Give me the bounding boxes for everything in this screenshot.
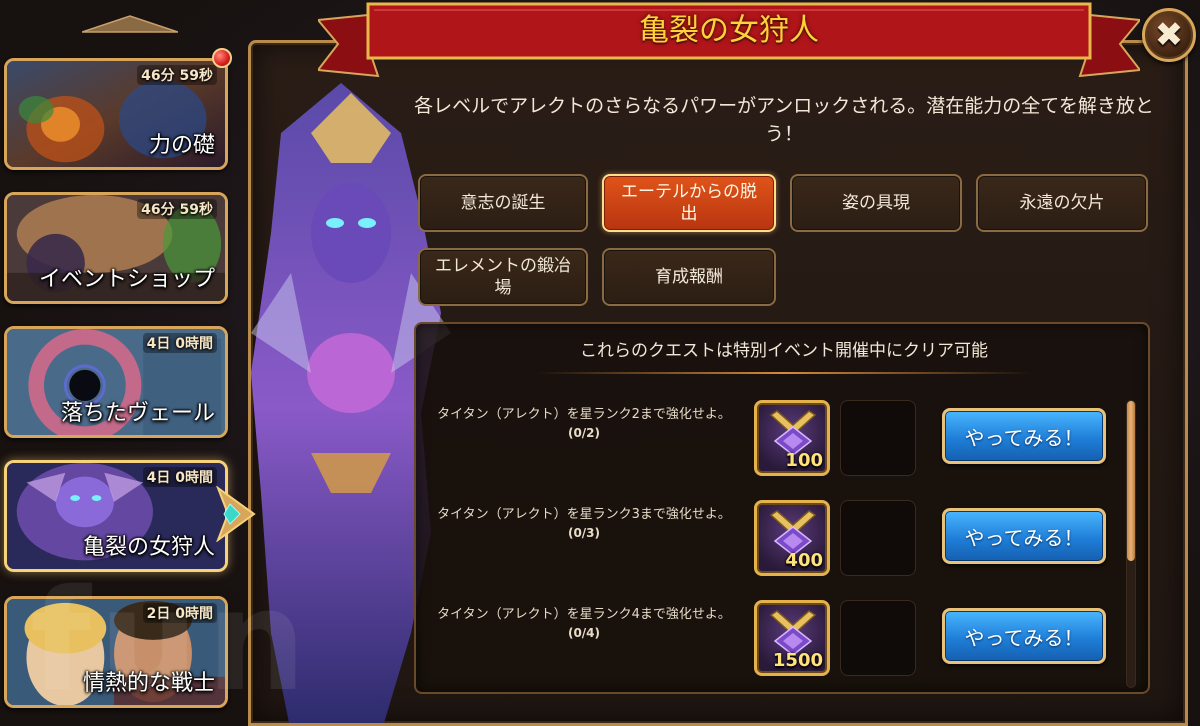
close-button[interactable]: ✖ — [1142, 8, 1196, 62]
try-it-button[interactable]: やってみる！ — [942, 508, 1106, 564]
event-description: 各レベルでアレクトのさらなるパワーがアンロックされる。潜在能力の全てを解き放とう… — [414, 95, 1154, 145]
event-title: 亀裂の女狩人 — [82, 535, 215, 560]
tab-form-manifestation[interactable]: 姿の具現 — [790, 174, 962, 232]
quest-row: タイタン（アレクト）を星ランク4まで強化せよ。 (0/4) 1500 やってみる… — [416, 598, 1148, 688]
tab-element-forge[interactable]: エレメントの鍛冶場 — [418, 248, 588, 306]
quest-text: タイタン（アレクト）を星ランク2まで強化せよ。 (0/2) — [434, 406, 734, 442]
quest-list: これらのクエストは特別イベント開催中にクリア可能 タイタン（アレクト）を星ランク… — [414, 322, 1150, 694]
event-card-rift-huntress[interactable]: 4日 0時間 亀裂の女狩人 — [4, 460, 228, 572]
event-card-passionate-warrior[interactable]: 2日 0時間 情熱的な戦士 — [4, 596, 228, 708]
event-timer: 4日 0時間 — [142, 467, 217, 487]
event-timer: 46分 59秒 — [137, 65, 217, 85]
quest-header: これらのクエストは特別イベント開催中にクリア可能 — [580, 341, 988, 361]
scrollbar-thumb[interactable] — [1127, 401, 1135, 561]
empty-reward-slot — [840, 400, 916, 476]
reward-slot[interactable]: 1500 — [754, 600, 830, 676]
empty-reward-slot — [840, 600, 916, 676]
page-title: 亀裂の女狩人 — [639, 13, 819, 48]
event-card-power-foundation[interactable]: 46分 59秒 力の礎 — [4, 58, 228, 170]
event-title: 力の礎 — [148, 133, 215, 158]
reward-quantity: 400 — [785, 550, 823, 571]
tab-birth-of-will[interactable]: 意志の誕生 — [418, 174, 588, 232]
event-card-fallen-veil[interactable]: 4日 0時間 落ちたヴェール — [4, 326, 228, 438]
tab-eternal-fragment[interactable]: 永遠の欠片 — [976, 174, 1148, 232]
quest-progress: (0/2) — [567, 426, 601, 440]
quest-row: タイタン（アレクト）を星ランク2まで強化せよ。 (0/2) 100 やってみる！ — [416, 398, 1148, 488]
quest-description: タイタン（アレクト）を星ランク3まで強化せよ。 — [437, 507, 731, 522]
quest-description: タイタン（アレクト）を星ランク4まで強化せよ。 — [437, 607, 731, 622]
try-it-button[interactable]: やってみる！ — [942, 408, 1106, 464]
tab-escape-from-ether[interactable]: エーテルからの脱出 — [602, 174, 776, 232]
empty-reward-slot — [840, 500, 916, 576]
reward-slot[interactable]: 100 — [754, 400, 830, 476]
event-title: 落ちたヴェール — [60, 401, 215, 426]
notification-dot-icon — [212, 48, 232, 68]
quest-text: タイタン（アレクト）を星ランク4まで強化せよ。 (0/4) — [434, 606, 734, 642]
reward-quantity: 1500 — [772, 650, 823, 671]
quest-progress: (0/3) — [567, 526, 601, 540]
reward-quantity: 100 — [785, 450, 823, 471]
quest-description: タイタン（アレクト）を星ランク2まで強化せよ。 — [437, 407, 731, 422]
quest-text: タイタン（アレクト）を星ランク3まで強化せよ。 (0/3) — [434, 506, 734, 542]
close-icon: ✖ — [1154, 15, 1184, 55]
tab-growth-rewards[interactable]: 育成報酬 — [602, 248, 776, 306]
quest-progress: (0/4) — [567, 626, 601, 640]
gem-pointer-icon — [216, 486, 256, 542]
event-timer: 2日 0時間 — [142, 603, 217, 623]
chevron-up-icon[interactable] — [82, 14, 178, 34]
event-timer: 46分 59秒 — [137, 199, 217, 219]
quest-row: タイタン（アレクト）を星ランク3まで強化せよ。 (0/3) 400 やってみる！ — [416, 498, 1148, 588]
reward-slot[interactable]: 400 — [754, 500, 830, 576]
event-title: イベントショップ — [38, 267, 215, 292]
event-timer: 4日 0時間 — [142, 333, 217, 353]
scrollbar[interactable] — [1126, 400, 1136, 688]
event-card-event-shop[interactable]: 46分 59秒 イベントショップ — [4, 192, 228, 304]
event-title: 情熱的な戦士 — [82, 671, 215, 696]
try-it-button[interactable]: やってみる！ — [942, 608, 1106, 664]
divider — [536, 372, 1032, 374]
